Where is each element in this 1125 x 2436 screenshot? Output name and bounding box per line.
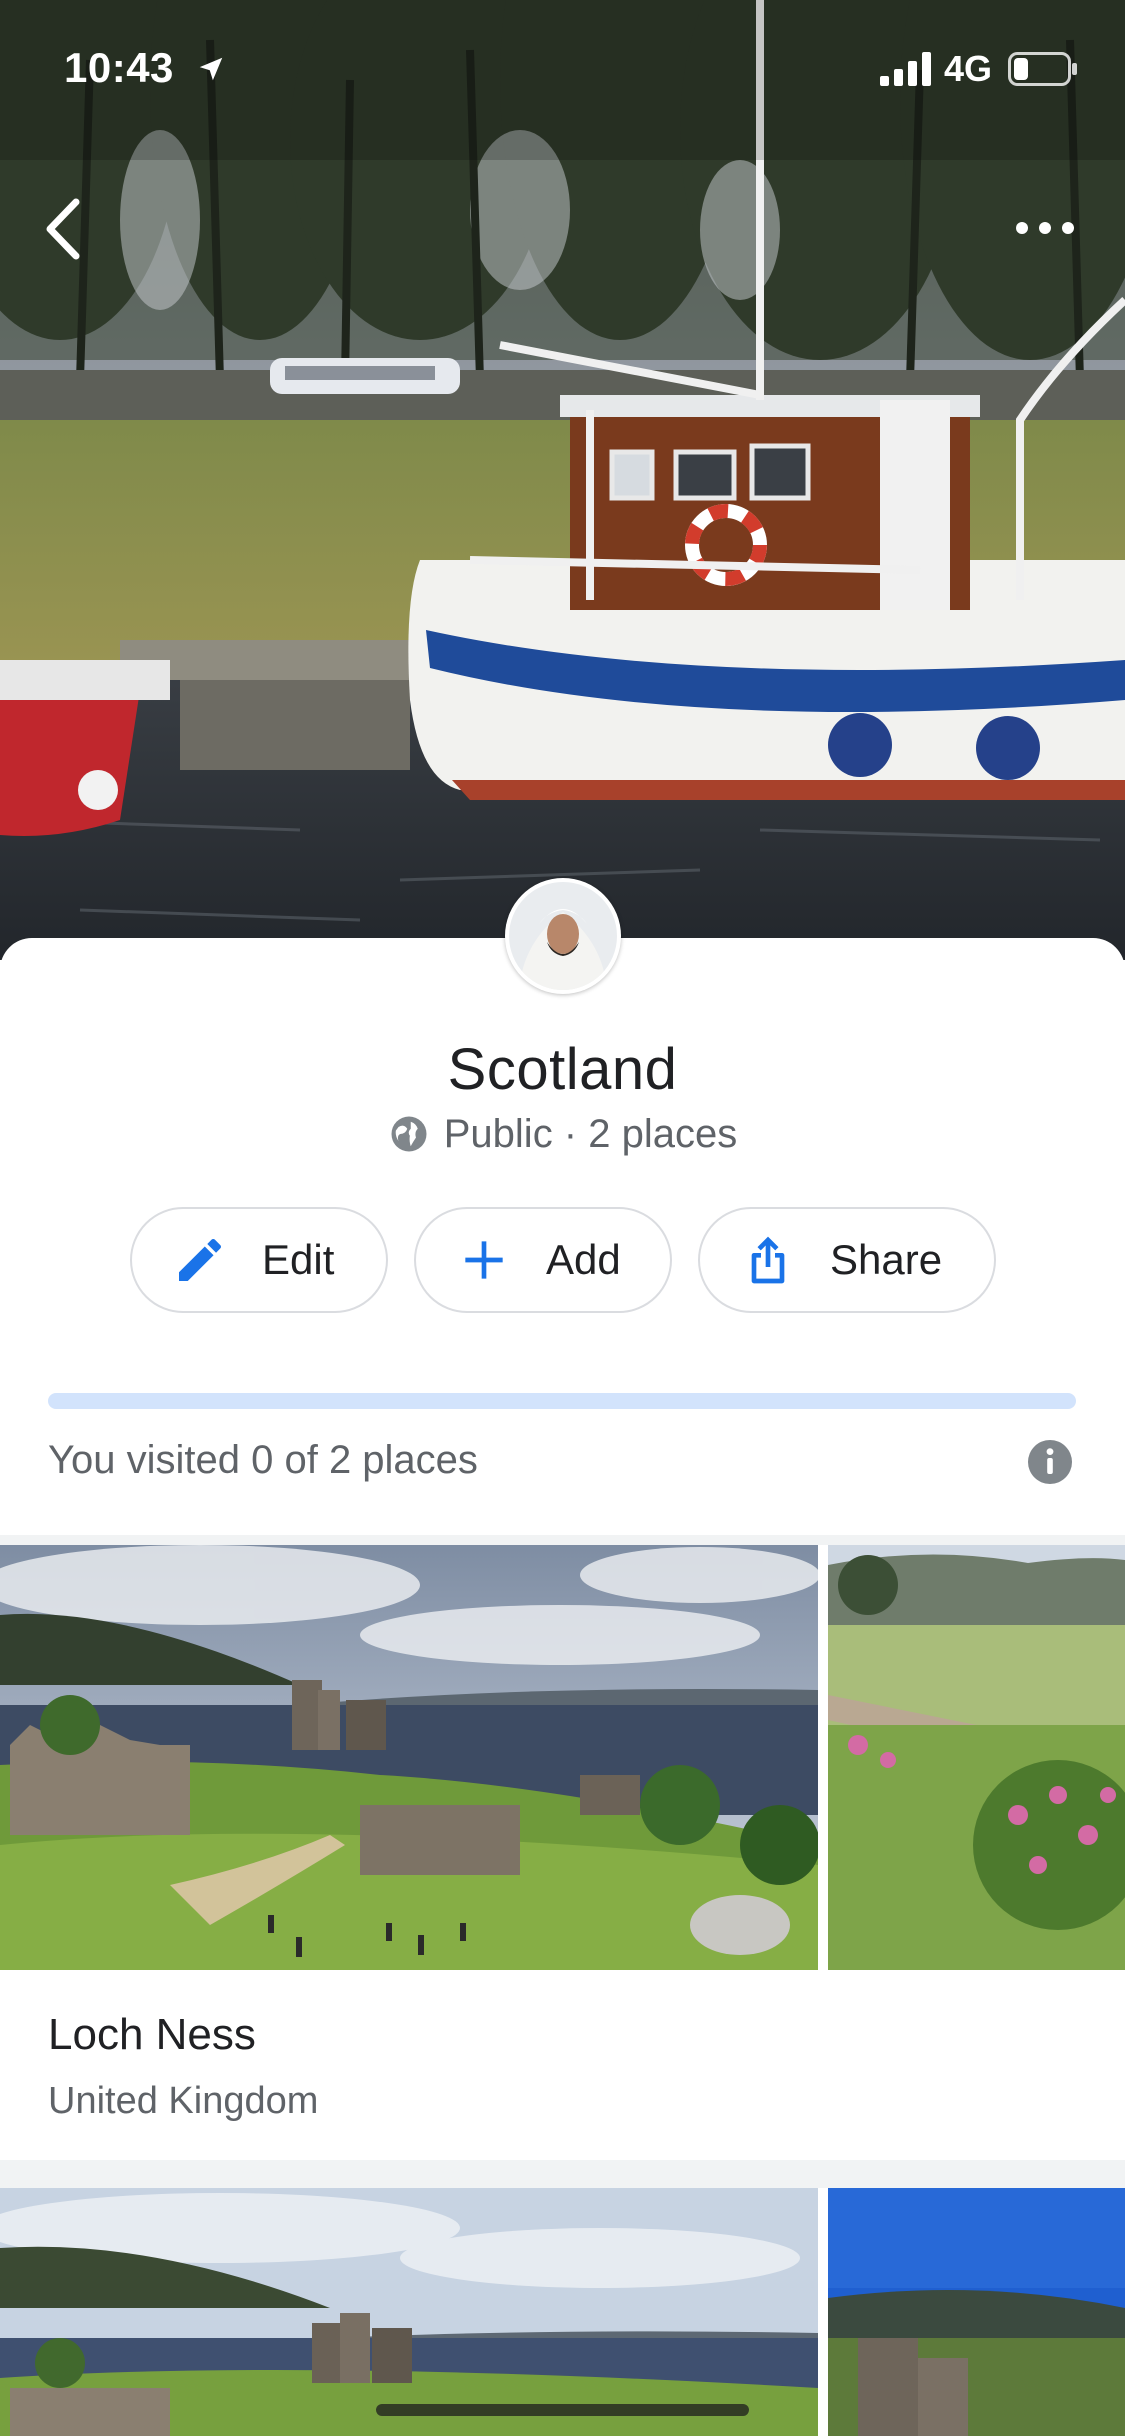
place-photo-main[interactable] — [0, 2188, 818, 2436]
share-button[interactable]: Share — [698, 1207, 996, 1313]
signal-bars-icon — [880, 52, 931, 86]
visited-status-text: You visited 0 of 2 places — [48, 1438, 478, 1482]
back-chevron-icon[interactable] — [40, 194, 88, 264]
share-icon — [751, 1236, 785, 1284]
share-button-label: Share — [830, 1236, 943, 1283]
info-icon[interactable] — [1026, 1438, 1074, 1486]
section-divider — [0, 2160, 1125, 2188]
place-photo-side[interactable] — [828, 2188, 1125, 2436]
location-arrow-icon — [199, 57, 223, 81]
add-button-label: Add — [546, 1236, 621, 1283]
list-title: Scotland — [447, 1037, 678, 1102]
place-photo-main[interactable] — [0, 1545, 818, 1970]
edit-button[interactable]: Edit — [130, 1207, 388, 1313]
plus-icon — [465, 1241, 503, 1279]
place-photo-side[interactable] — [828, 1545, 1125, 1970]
list-meta: Public · 2 places — [0, 1112, 1125, 1157]
edit-button-label: Edit — [262, 1236, 335, 1283]
status-time: 10:43 — [64, 44, 174, 91]
list-meta-text: Public · 2 places — [443, 1112, 738, 1156]
pencil-icon — [179, 1238, 222, 1281]
section-divider — [0, 1535, 1125, 1545]
add-button[interactable]: Add — [414, 1207, 672, 1313]
status-bar: 10:43 4G — [0, 0, 1125, 140]
avatar[interactable] — [505, 878, 621, 994]
place-name: Loch Ness — [48, 2010, 256, 2059]
network-type: 4G — [944, 48, 993, 89]
more-options-icon[interactable] — [1010, 208, 1080, 248]
battery-icon — [1008, 52, 1077, 86]
place-subtitle: United Kingdom — [48, 2080, 319, 2122]
home-indicator[interactable] — [376, 2404, 749, 2416]
globe-icon — [391, 1116, 427, 1152]
visited-progress-bar — [48, 1393, 1076, 1409]
hero-photo[interactable] — [0, 0, 1125, 960]
